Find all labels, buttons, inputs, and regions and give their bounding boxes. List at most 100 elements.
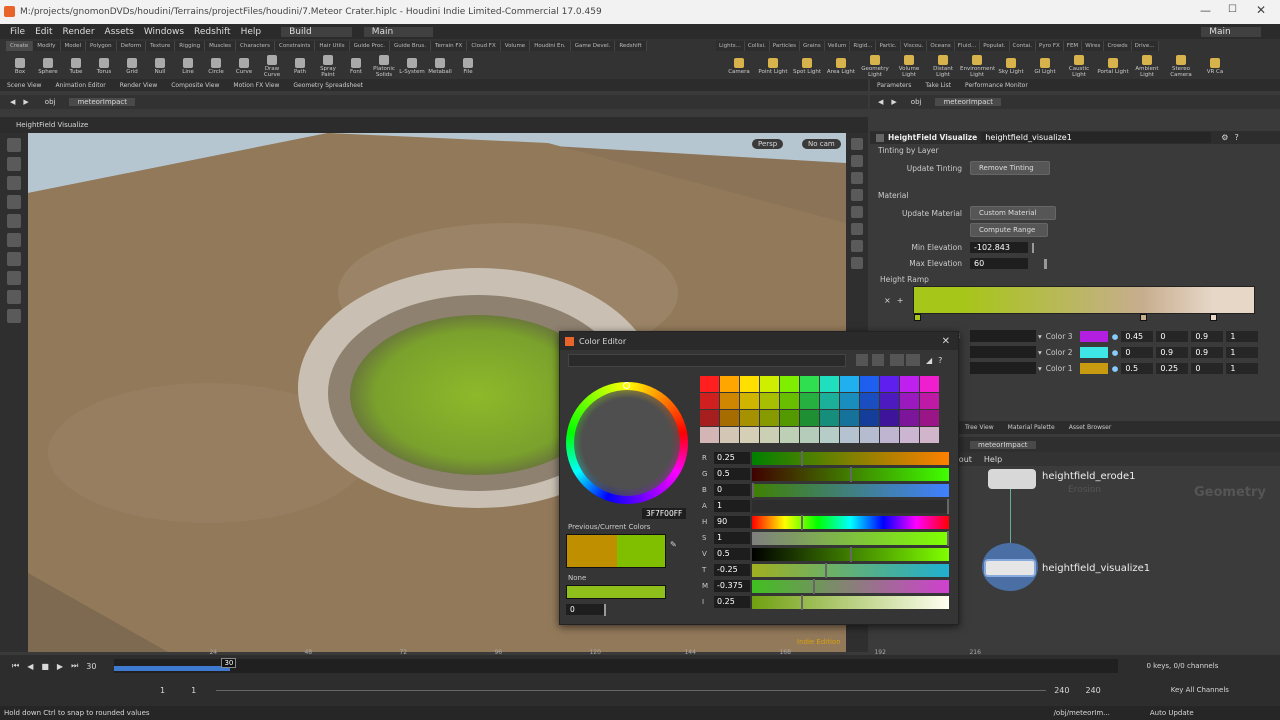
- shelf-tab-guide-brus[interactable]: Guide Brus.: [389, 41, 432, 51]
- shelf-tab-hair-utils[interactable]: Hair Utils: [315, 41, 350, 51]
- param-forward-icon[interactable]: ▶: [891, 98, 896, 106]
- shelf-tab-collisi[interactable]: Collisi.: [744, 41, 770, 51]
- slider-bar-v[interactable]: [752, 546, 949, 562]
- slider-knob-g[interactable]: [849, 466, 852, 482]
- magnet-icon[interactable]: [7, 290, 21, 304]
- none-value-slider[interactable]: [604, 604, 606, 616]
- color-swatch-cell[interactable]: [820, 376, 839, 392]
- shelf-tool-point-light[interactable]: Point Light: [756, 56, 790, 75]
- shelf-tab-volume[interactable]: Volume: [500, 41, 531, 51]
- slider-bar-t[interactable]: [752, 562, 949, 578]
- compute-range-button[interactable]: Compute Range: [970, 223, 1048, 237]
- color-value-field[interactable]: 0.25: [1156, 362, 1189, 374]
- tab-material-palette[interactable]: Material Palette: [1001, 424, 1062, 431]
- slider-bar-s[interactable]: [752, 530, 949, 546]
- color-swatch-cell[interactable]: [860, 393, 879, 409]
- prev-current-swatch[interactable]: [566, 534, 666, 568]
- color-swatch-cell[interactable]: [780, 376, 799, 392]
- param-back-icon[interactable]: ◀: [878, 98, 883, 106]
- slider-value-a[interactable]: 1: [714, 500, 750, 512]
- play-icon[interactable]: ▶: [57, 662, 63, 671]
- color-swatch-cell[interactable]: [880, 410, 899, 426]
- shelf-tab-rigid[interactable]: Rigid...: [850, 41, 877, 51]
- stop-icon[interactable]: ■: [41, 662, 49, 671]
- shelf-tab-redshift[interactable]: Redshift: [615, 41, 647, 51]
- playback-end-field[interactable]: 240: [1054, 686, 1069, 695]
- tab-tree-view[interactable]: Tree View: [958, 424, 1001, 431]
- shelf-tool-camera[interactable]: Camera: [722, 56, 756, 75]
- shelf-tab-texture[interactable]: Texture: [146, 41, 176, 51]
- color-swatch[interactable]: [1079, 362, 1108, 374]
- shelf-tool-distant-light[interactable]: Distant Light: [926, 53, 960, 78]
- dialog-help-icon[interactable]: ?: [938, 356, 942, 365]
- desktop-build-select[interactable]: Build: [281, 26, 352, 37]
- auto-update-button[interactable]: Auto Update: [1150, 709, 1194, 717]
- swatch-list-icon[interactable]: [872, 354, 884, 366]
- shelf-tab-viscou[interactable]: Viscou.: [900, 41, 928, 51]
- shelf-tab-terrain-fx[interactable]: Terrain FX: [431, 41, 468, 51]
- param-path-obj[interactable]: obj: [911, 98, 922, 106]
- color-swatch-cell[interactable]: [880, 376, 899, 392]
- tab-parameters[interactable]: Parameters: [870, 82, 918, 89]
- color-swatch-cell[interactable]: [820, 393, 839, 409]
- color-swatch-cell[interactable]: [820, 427, 839, 443]
- slider-knob-t[interactable]: [825, 562, 828, 578]
- layer-dropdown-arrow-icon[interactable]: ▾: [1038, 364, 1042, 373]
- slider-knob-r[interactable]: [800, 450, 803, 466]
- viz-node[interactable]: [984, 559, 1036, 577]
- color-swatch-cell[interactable]: [700, 427, 719, 443]
- color-swatch-cell[interactable]: [840, 410, 859, 426]
- shelf-tool-tube[interactable]: Tube: [62, 56, 90, 75]
- tab-asset-browser[interactable]: Asset Browser: [1062, 424, 1119, 431]
- color-swatch-cell[interactable]: [700, 410, 719, 426]
- layer-field[interactable]: [970, 346, 1036, 358]
- close-dialog-icon[interactable]: ✕: [942, 336, 950, 347]
- shelf-tool-ambient-light[interactable]: Ambient Light: [1130, 53, 1164, 78]
- color-picker-icon[interactable]: ●: [1112, 332, 1119, 341]
- scale-tool-icon[interactable]: [7, 195, 21, 209]
- view-tool-icon[interactable]: [7, 252, 21, 266]
- color-value-field[interactable]: 1: [1226, 330, 1259, 342]
- paint-tool-icon[interactable]: [7, 309, 21, 323]
- back-arrow-icon[interactable]: ◀: [10, 98, 15, 106]
- node-name-field[interactable]: heightfield_visualize1: [981, 132, 1212, 143]
- shelf-tool-volume-light[interactable]: Volume Light: [892, 53, 926, 78]
- color-value-field[interactable]: 0.9: [1191, 346, 1224, 358]
- shelf-tool-platonic-solids[interactable]: Platonic Solids: [370, 53, 398, 78]
- menu-help[interactable]: Help: [241, 27, 262, 37]
- color-swatch-cell[interactable]: [740, 376, 759, 392]
- slider-value-t[interactable]: -0.25: [714, 564, 750, 576]
- shelf-tab-populat[interactable]: Populat.: [980, 41, 1010, 51]
- frame-ruler[interactable]: 30 24 48 72 96 120 144 168 192 216: [114, 649, 1119, 673]
- tab-motion-fx-view[interactable]: Motion FX View: [226, 82, 286, 89]
- shelf-tab-deform[interactable]: Deform: [116, 41, 147, 51]
- menu-render[interactable]: Render: [63, 27, 95, 37]
- net-path-node[interactable]: meteorImpact: [970, 440, 1036, 449]
- none-color-swatch[interactable]: [566, 585, 666, 599]
- shelf-tool-stereo-camera[interactable]: Stereo Camera: [1164, 53, 1198, 78]
- shelf-tab-modify[interactable]: Modify: [33, 41, 61, 51]
- min-elevation-slider[interactable]: [1032, 242, 1034, 253]
- shelf-tool-vr-ca[interactable]: VR Ca: [1198, 56, 1232, 75]
- shelf-tool-font[interactable]: Font: [342, 56, 370, 75]
- shelf-tab-particles[interactable]: Particles: [769, 41, 800, 51]
- play-reverse-icon[interactable]: ◀: [27, 662, 33, 671]
- shelf-tab-muscles[interactable]: Muscles: [205, 41, 236, 51]
- pose-tool-icon[interactable]: [7, 214, 21, 228]
- gear-icon[interactable]: ⚙: [1221, 133, 1228, 142]
- slider-bar-g[interactable]: [752, 466, 949, 482]
- color-swatch-cell[interactable]: [880, 393, 899, 409]
- path-node[interactable]: meteorImpact: [69, 98, 135, 106]
- end-frame-field[interactable]: 240: [1085, 686, 1100, 695]
- shelf-tool-null[interactable]: Null: [146, 56, 174, 75]
- shelf-tab-polygon[interactable]: Polygon: [86, 41, 117, 51]
- layer-field[interactable]: [970, 330, 1036, 342]
- close-window-icon[interactable]: ✕: [1256, 3, 1266, 17]
- shelf-tab-houdini-en[interactable]: Houdini En.: [530, 41, 571, 51]
- shelf-tab-rigging[interactable]: Rigging: [175, 41, 206, 51]
- ghost-icon[interactable]: [851, 206, 863, 218]
- shelf-tab-model[interactable]: Model: [60, 41, 87, 51]
- shelf-tab-guide-proc[interactable]: Guide Proc.: [349, 41, 390, 51]
- slider-value-r[interactable]: 0.25: [714, 452, 750, 464]
- shelf-tool-spray-paint[interactable]: Spray Paint: [314, 53, 342, 78]
